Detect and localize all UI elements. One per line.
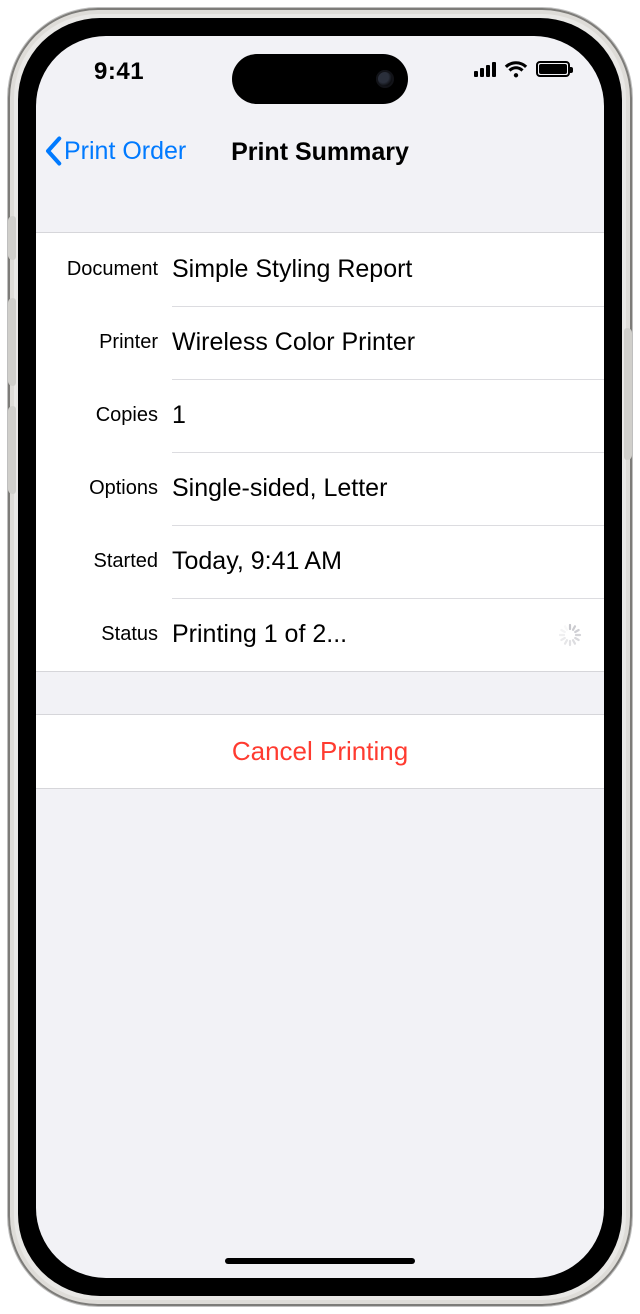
row-label: Status	[54, 623, 172, 646]
side-button	[624, 328, 632, 460]
volume-down-button	[8, 406, 16, 494]
row-value: Wireless Color Printer	[172, 328, 604, 357]
row-value: 1	[172, 401, 604, 430]
status-time: 9:41	[94, 58, 144, 86]
row-value: Single-sided, Letter	[172, 474, 604, 503]
screen: 9:41	[36, 36, 604, 1278]
row-document: Document Simple Styling Report	[36, 233, 604, 306]
row-label: Printer	[54, 331, 172, 354]
row-value: Simple Styling Report	[172, 255, 604, 284]
home-indicator	[225, 1258, 415, 1264]
battery-icon	[536, 61, 570, 77]
row-printer: Printer Wireless Color Printer	[36, 306, 604, 379]
phone-frame: 9:41	[8, 8, 632, 1306]
row-options: Options Single-sided, Letter	[36, 452, 604, 525]
row-label: Document	[54, 258, 172, 281]
status-right	[474, 60, 570, 78]
row-label: Options	[54, 477, 172, 500]
wifi-icon	[504, 60, 528, 78]
row-label: Started	[54, 550, 172, 573]
volume-up-button	[8, 298, 16, 386]
spinner-icon	[558, 623, 582, 647]
row-started: Started Today, 9:41 AM	[36, 525, 604, 598]
ringer-switch	[8, 216, 16, 260]
row-status: Status Printing 1 of 2...	[36, 598, 604, 671]
row-label: Copies	[54, 404, 172, 427]
page-title: Print Summary	[36, 138, 604, 167]
summary-group: Document Simple Styling Report Printer W…	[36, 232, 604, 672]
row-value: Printing 1 of 2...	[172, 620, 558, 649]
cancel-printing-button[interactable]: Cancel Printing	[36, 715, 604, 788]
cancel-label: Cancel Printing	[232, 736, 408, 767]
cancel-group: Cancel Printing	[36, 714, 604, 789]
nav-bar: Print Order Print Summary	[36, 128, 604, 186]
summary-list: Document Simple Styling Report Printer W…	[36, 232, 604, 789]
status-bar: 9:41	[36, 36, 604, 112]
row-value: Today, 9:41 AM	[172, 547, 604, 576]
cellular-icon	[474, 61, 496, 77]
row-copies: Copies 1	[36, 379, 604, 452]
phone-bezel: 9:41	[18, 18, 622, 1296]
